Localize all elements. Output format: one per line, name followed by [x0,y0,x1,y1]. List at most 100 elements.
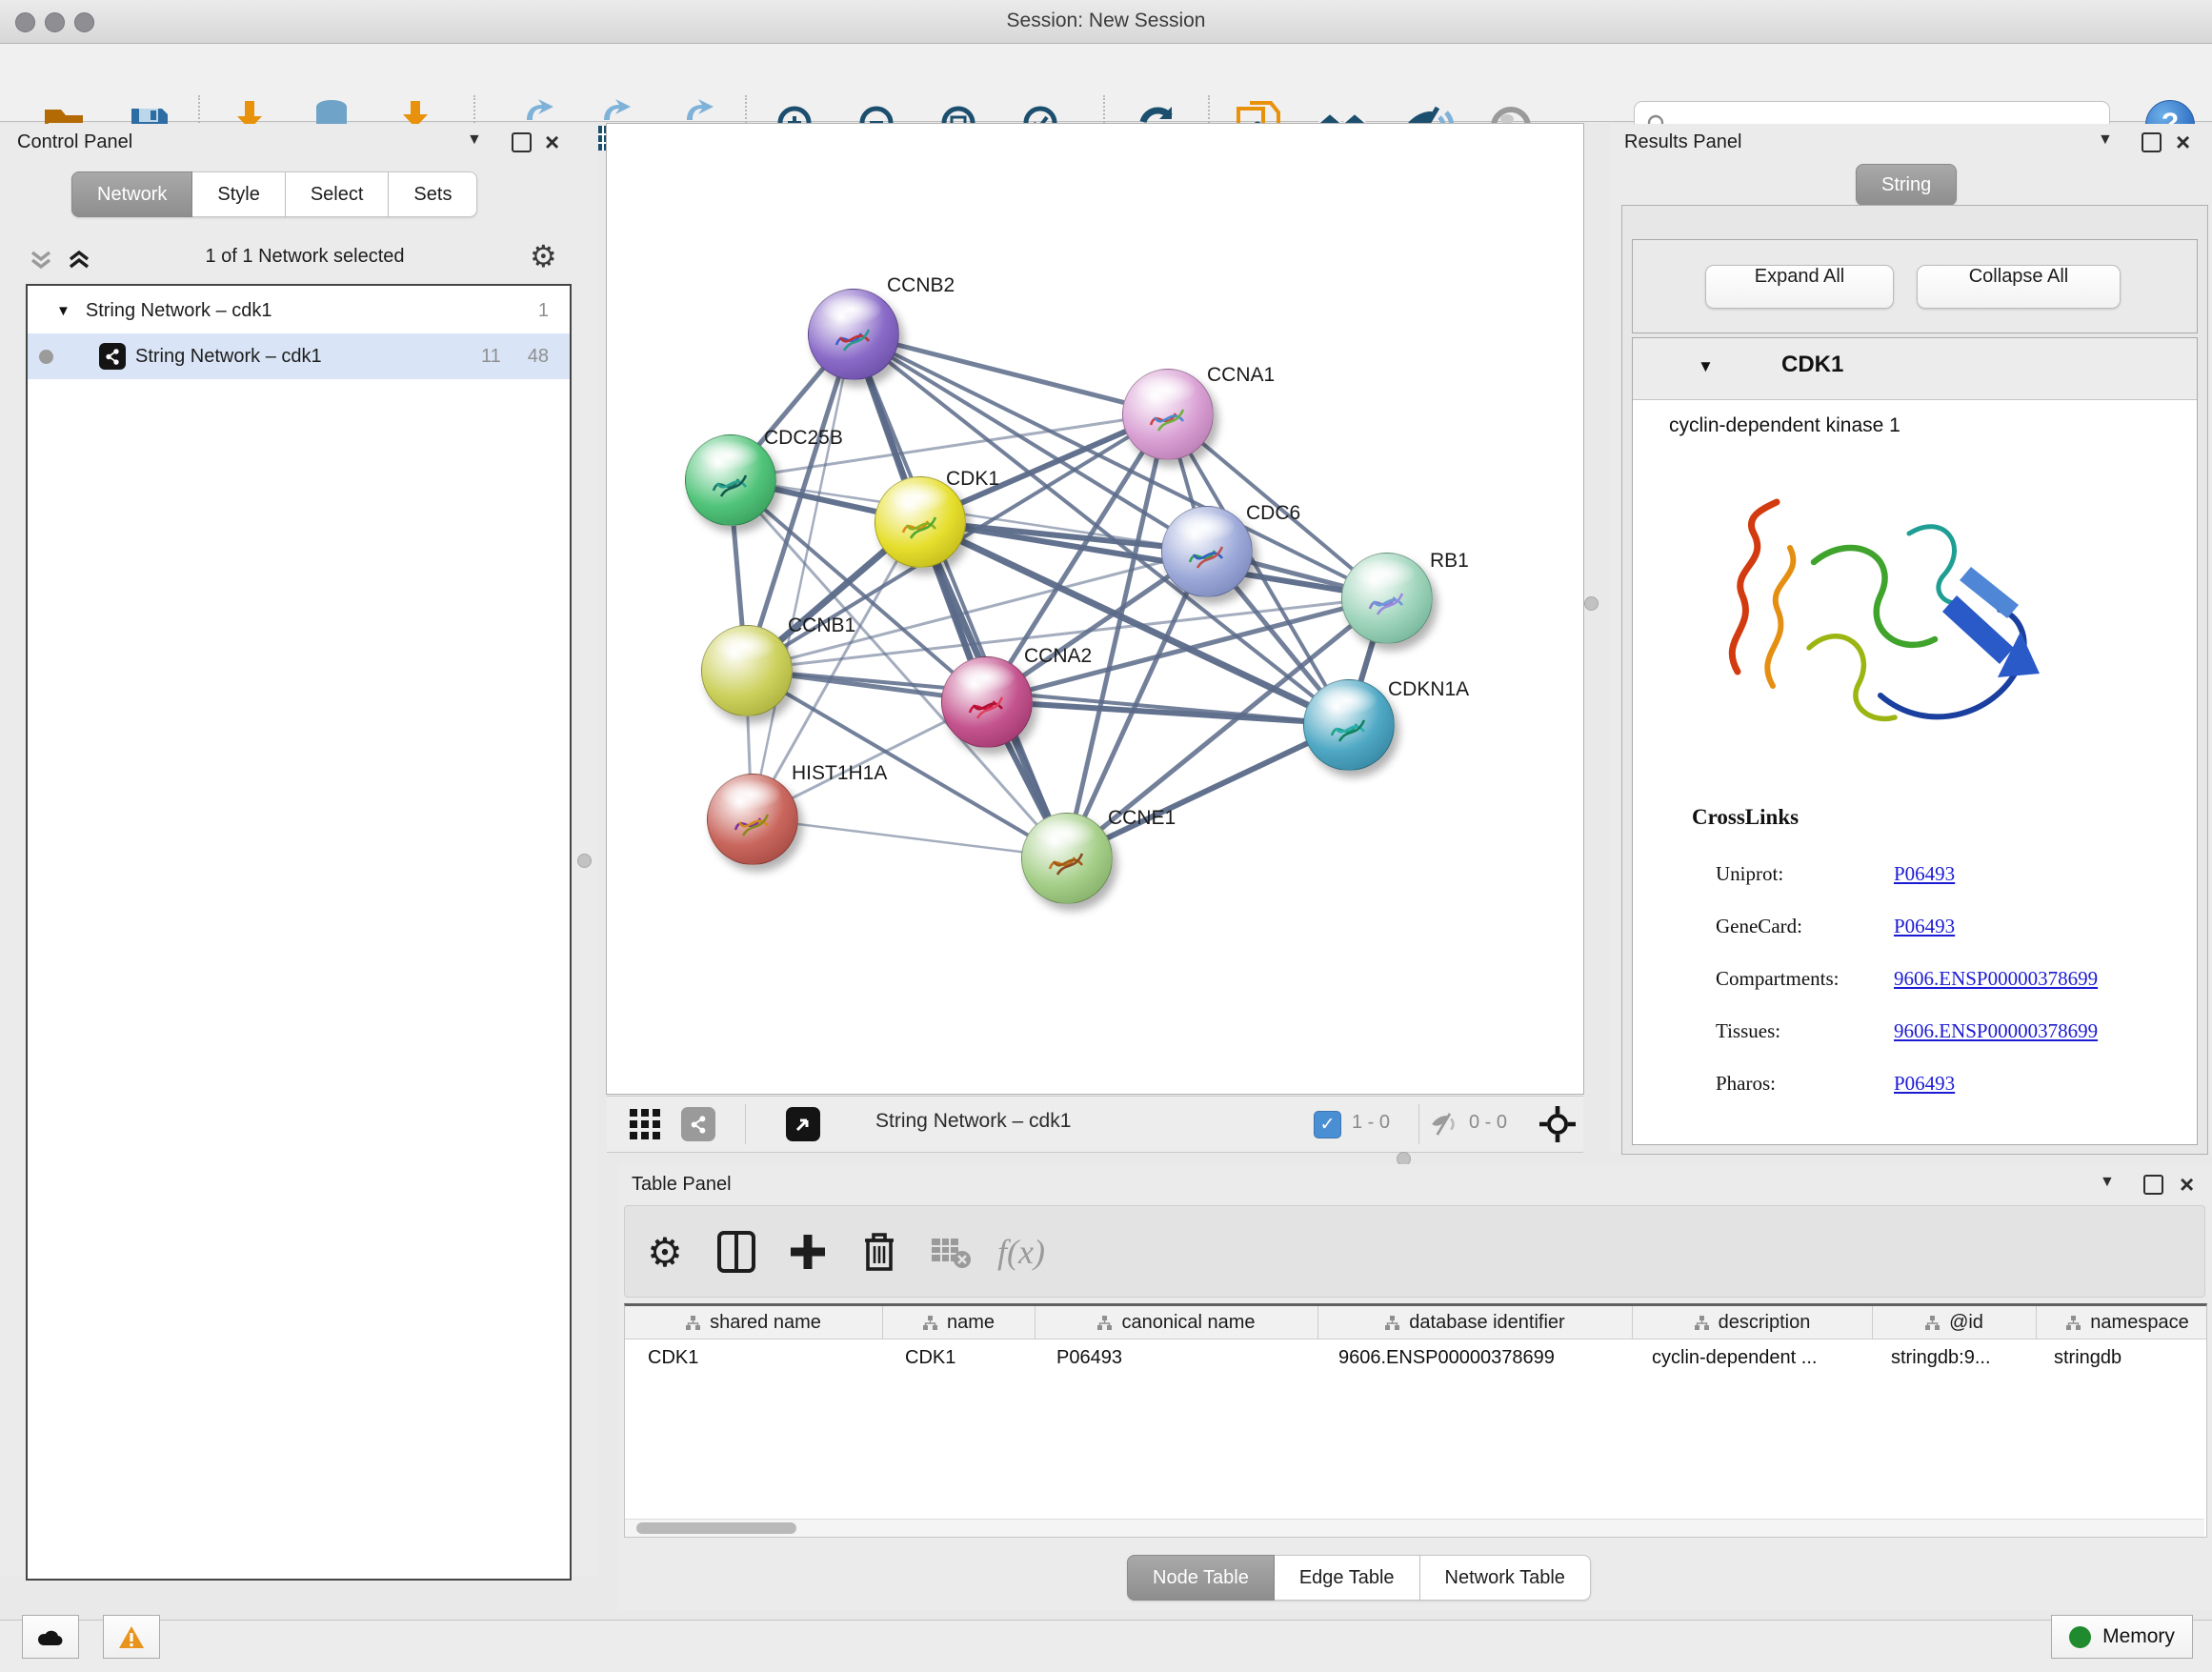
crosslink-label: Pharos: [1716,1072,1776,1096]
expand-all-button[interactable]: Expand All [1705,265,1894,309]
panel-menu-icon[interactable]: ▼ [2098,131,2113,149]
column-header-description[interactable]: description [1633,1306,1873,1339]
column-header-namespace[interactable]: namespace [2037,1306,2207,1339]
node-gloss [715,632,774,660]
panel-float-icon[interactable] [512,132,532,152]
network-node-count: 11 [481,346,501,368]
network-node-HIST1H1A[interactable] [707,774,798,865]
tab-sets[interactable]: Sets [389,171,477,217]
network-view-title: String Network – cdk1 [875,1110,1071,1133]
left-splitter-handle[interactable] [577,854,592,868]
table-cell[interactable]: 9606.ENSP00000378699 [1316,1340,1629,1376]
crosslink-link[interactable]: 9606.ENSP00000378699 [1894,967,2098,991]
tab-style[interactable]: Style [192,171,285,217]
panel-menu-icon[interactable]: ▼ [2100,1174,2115,1191]
panel-float-icon[interactable] [2143,1175,2163,1195]
column-header-name[interactable]: name [883,1306,1036,1339]
node-gloss [1317,686,1377,715]
collection-expand-icon[interactable]: ▼ [56,303,70,319]
tab-edge-table[interactable]: Edge Table [1275,1555,1420,1601]
collapse-all-icon[interactable] [29,250,53,271]
network-row-selected[interactable]: String Network – cdk1 11 48 [28,333,570,379]
network-node-CCNA1[interactable] [1122,369,1214,460]
tab-network[interactable]: Network [71,171,192,217]
node-gloss [1356,559,1415,588]
node-gloss [1136,375,1196,404]
open-in-window-icon[interactable] [786,1107,820,1141]
table-cell[interactable]: stringdb:9... [1868,1340,2031,1376]
network-node-CCNA2[interactable] [941,656,1033,748]
node-table[interactable]: shared namename canonical name database id… [624,1303,2207,1538]
birdseye-grid-icon[interactable] [628,1107,662,1141]
toolbar-separator [1418,1104,1419,1144]
scrollbar-thumb[interactable] [636,1522,796,1534]
right-splitter-handle[interactable] [1584,596,1599,611]
node-result-header[interactable]: ▼ CDK1 [1633,338,2197,400]
table-cell[interactable]: P06493 [1034,1340,1316,1376]
column-header-canonicalname[interactable]: canonical name [1036,1306,1318,1339]
warning-icon [118,1625,145,1649]
crosslinks-title: CrossLinks [1692,805,1799,830]
crosslink-link[interactable]: P06493 [1894,1072,1955,1096]
table-cell[interactable]: CDK1 [882,1340,1034,1376]
tab-network-table[interactable]: Network Table [1420,1555,1591,1601]
panel-menu-icon[interactable]: ▼ [467,131,482,149]
network-node-CCNB1[interactable] [701,625,793,716]
memory-button[interactable]: Memory [2051,1615,2193,1659]
panel-close-icon[interactable]: × [2180,1170,2194,1199]
table-row[interactable]: CDK1CDK1P064939606.ENSP00000378699cyclin… [625,1340,2207,1376]
table-cell[interactable]: cyclin-dependent ... [1629,1340,1868,1376]
network-node-CDC25B[interactable] [685,434,776,526]
node-gloss [955,663,1015,692]
network-node-CDC6[interactable] [1161,506,1253,597]
hidden-eye-icon[interactable] [1430,1111,1460,1138]
cloud-icon [36,1627,65,1646]
tab-select[interactable]: Select [286,171,390,217]
network-node-RB1[interactable] [1341,553,1433,644]
panel-close-icon[interactable]: × [545,128,559,157]
panel-close-icon[interactable]: × [2176,128,2190,157]
node-result-card: ▼ CDK1 cyclin-dependent kinase 1 CrossLi… [1632,337,2198,1145]
table-cell[interactable]: stringdb [2031,1340,2207,1376]
selected-checkbox-icon[interactable]: ✓ [1314,1111,1341,1138]
collapse-entry-icon[interactable]: ▼ [1698,357,1714,376]
column-header-databaseidentifier[interactable]: database identifier [1318,1306,1633,1339]
cloud-status-button[interactable] [22,1615,79,1659]
node-gloss [822,295,881,324]
network-node-CCNE1[interactable] [1021,813,1113,904]
results-panel: Results Panel ▼ × String Expand All Coll… [1610,124,2212,1153]
node-label-CDC6: CDC6 [1246,502,1300,525]
expand-collapse-box: Expand All Collapse All [1632,239,2198,333]
result-node-name: CDK1 [1781,352,1843,378]
panel-float-icon[interactable] [2142,132,2162,152]
crosslink-link[interactable]: P06493 [1894,915,1955,938]
network-node-CCNB2[interactable] [808,289,899,380]
delete-column-icon[interactable] [855,1227,904,1277]
column-header-label: canonical name [1121,1312,1255,1334]
string-network-icon[interactable] [681,1107,715,1141]
tab-node-table[interactable]: Node Table [1127,1555,1275,1601]
warning-status-button[interactable] [103,1615,160,1659]
crosslink-link[interactable]: P06493 [1894,862,1955,886]
table-header-row: shared namename canonical name database id… [625,1306,2207,1340]
node-gloss [699,441,758,470]
delete-table-icon [926,1227,975,1277]
column-header-id[interactable]: @id [1873,1306,2037,1339]
network-collection-row[interactable]: ▼ String Network – cdk1 1 [28,288,570,333]
column-header-sharedname[interactable]: shared name [625,1306,883,1339]
fit-crosshair-icon[interactable] [1538,1105,1573,1139]
node-label-CCNB2: CCNB2 [887,274,955,297]
show-columns-icon[interactable] [712,1227,761,1277]
node-label-CCNA2: CCNA2 [1024,645,1092,668]
collapse-all-button[interactable]: Collapse All [1917,265,2121,309]
add-column-icon[interactable] [783,1227,833,1277]
network-node-CDKN1A[interactable] [1303,679,1395,771]
crosslink-link[interactable]: 9606.ENSP00000378699 [1894,1019,2098,1043]
column-tree-icon [923,1316,937,1330]
table-gear-icon[interactable]: ⚙ [640,1227,690,1277]
expand-all-icon[interactable] [67,250,91,271]
tab-string[interactable]: String [1856,164,1957,206]
table-cell[interactable]: CDK1 [625,1340,882,1376]
gear-icon[interactable]: ⚙ [530,238,557,274]
network-canvas[interactable]: CCNB2CCNA1CDC25BCDK1CDC6RB1CCNB1CCNA2CDK… [607,124,1583,1094]
